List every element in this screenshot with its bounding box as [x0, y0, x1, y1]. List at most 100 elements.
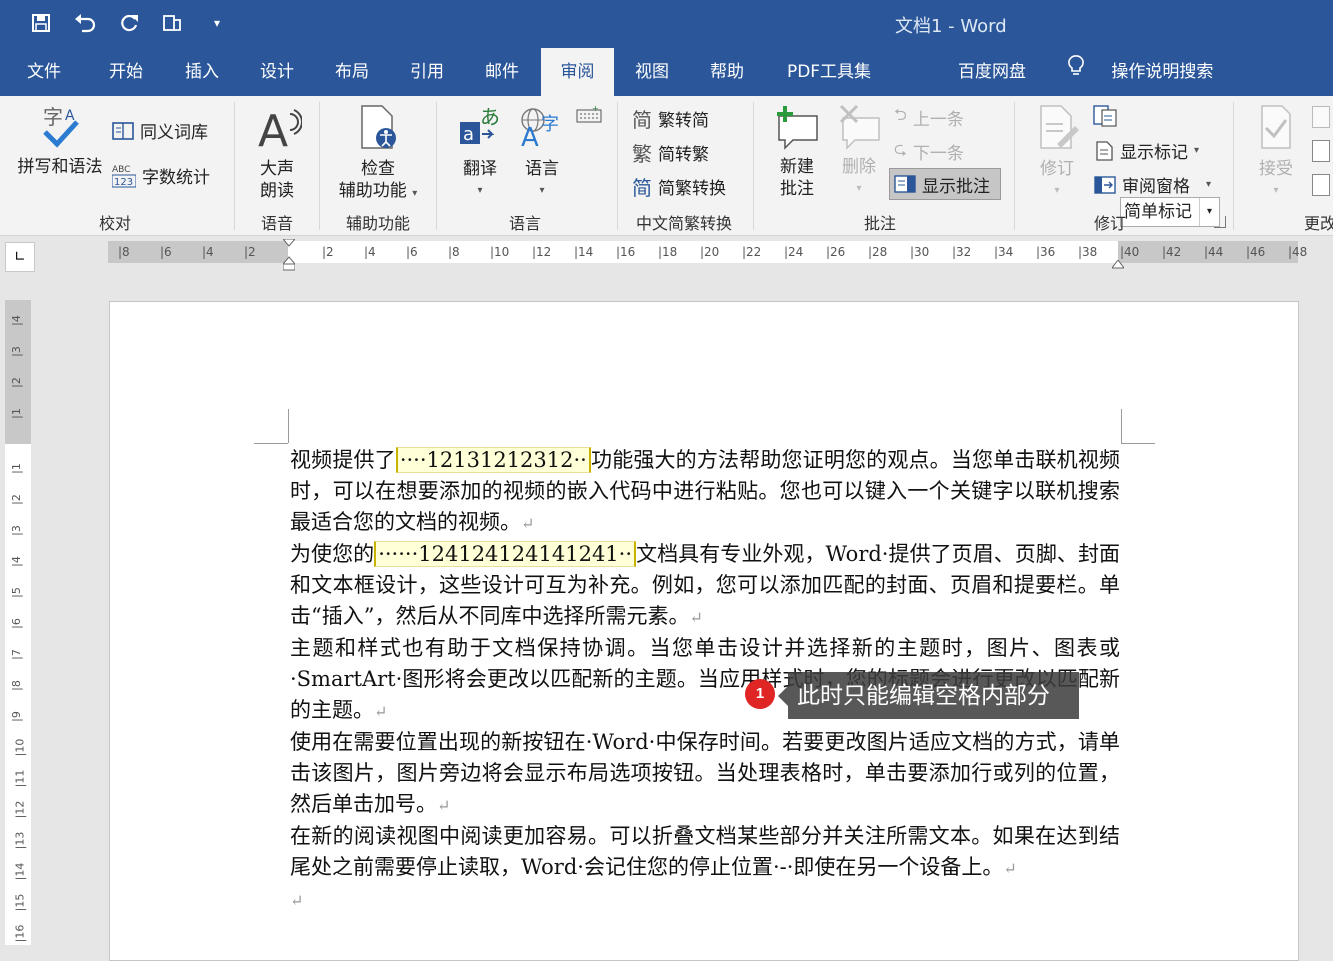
tab-references[interactable]: 引用 — [390, 48, 464, 96]
redo-icon[interactable] — [116, 10, 142, 36]
annotation-callout: 此时只能编辑空格内部分 — [778, 672, 1079, 719]
vertical-ruler-tick-label: |2 — [9, 377, 23, 388]
paragraph: 在新的阅读视图中阅读更加容易。可以折叠文档某些部分并关注所需文本。如果在达到结尾… — [290, 821, 1120, 884]
ruler-tick-label: |38 — [1078, 245, 1098, 259]
ruler-tick-label: |8 — [118, 245, 130, 259]
ruler-tick-label: |28 — [868, 245, 888, 259]
reviewing-pane-button[interactable]: 审阅窗格 ▾ — [1094, 172, 1211, 197]
translate-button[interactable]: aあ 翻译 ▾ — [450, 104, 510, 202]
trad-to-simp-icon: 简 — [632, 108, 652, 132]
horizontal-ruler[interactable]: |8 |6 |4 |2 |2 |4 |6 |8 |10 |12 |14 |16 |18 |20 |22 |24… — [108, 238, 1307, 271]
paragraph-mark: ↵ — [290, 891, 304, 910]
paragraph-text: 视频提供了 — [290, 448, 396, 472]
simplified-to-traditional-button[interactable]: 繁 简转繁 — [632, 138, 709, 167]
tab-help[interactable]: 帮助 — [690, 48, 764, 96]
vertical-ruler-tick-label: |6 — [9, 618, 23, 629]
vertical-ruler-tick-label: |4 — [9, 556, 23, 567]
chevron-down-icon: ▾ — [1194, 145, 1200, 156]
group-label-tracking: 修订 — [1093, 214, 1126, 233]
content-control-field[interactable]: ····12131212312·· — [395, 447, 591, 473]
svg-text:A: A — [258, 106, 288, 152]
next-change-icon[interactable] — [1312, 174, 1330, 196]
ruler-tick-label: |4 — [202, 245, 214, 259]
paragraph: 使用在需要位置出现的新按钮在·Word·中保存时间。若要更改图片适应文档的方式，… — [290, 727, 1120, 821]
tab-home[interactable]: 开始 — [88, 48, 164, 96]
crop-mark — [288, 409, 289, 443]
undo-icon[interactable] — [72, 10, 98, 36]
indent-marker[interactable] — [281, 238, 297, 271]
ruler-tick-label: |24 — [784, 245, 804, 259]
previous-comment-button[interactable]: ⮌ 上一条 — [894, 104, 964, 131]
show-markup-button[interactable]: 显示标记 ▾ — [1094, 138, 1199, 163]
show-comments-button[interactable]: 显示批注 — [889, 168, 1001, 200]
delete-comment-button[interactable]: 删除 ▾ — [830, 104, 888, 200]
language-button[interactable]: A字 语言 ▾ — [512, 104, 572, 202]
touch-mode-icon[interactable] — [160, 10, 186, 36]
traditional-to-simplified-button[interactable]: 简 繁转简 — [632, 104, 709, 133]
svg-text:字: 字 — [541, 114, 559, 135]
next-comment-icon: ⮎ — [894, 139, 907, 158]
customize-qat-icon[interactable]: ▾ — [204, 10, 230, 36]
tab-file[interactable]: 文件 — [0, 48, 88, 96]
check-accessibility-button[interactable]: 检查 辅助功能 ▾ — [330, 104, 426, 205]
new-comment-label-1: 新建 — [780, 157, 814, 177]
simp-to-trad-label: 简转繁 — [658, 145, 709, 165]
tab-insert[interactable]: 插入 — [164, 48, 240, 96]
next-comment-button[interactable]: ⮎ 下一条 — [894, 138, 964, 165]
word-count-button[interactable]: ABC 123 字数统计 — [112, 162, 210, 188]
save-icon[interactable] — [28, 10, 54, 36]
tab-mailings[interactable]: 邮件 — [464, 48, 540, 96]
group-label-language: 语言 — [508, 214, 541, 233]
tell-me-search[interactable]: 操作说明搜索 — [1068, 48, 1228, 96]
tab-view[interactable]: 视图 — [614, 48, 690, 96]
translate-icon: aあ — [460, 105, 500, 145]
chinese-convert-button[interactable]: 简 简繁转换 — [632, 172, 726, 201]
accept-icon — [1261, 105, 1291, 149]
ruler-tick-label: |10 — [490, 245, 510, 259]
ruler-tick-label: |6 — [160, 245, 172, 259]
previous-comment-icon: ⮌ — [894, 105, 907, 124]
new-comment-label-2: 批注 — [780, 179, 814, 199]
content-control-field[interactable]: ······124124124141241·· — [374, 541, 637, 567]
tab-selector[interactable]: ∟ — [5, 242, 35, 272]
paragraph-mark: ↵ — [1003, 859, 1017, 878]
vertical-ruler[interactable]: |4 |3 |2 |1 |1 |2 |3 |4 |5 |6 |7 |8 |9 |10 |11 |12 |13 |1… — [5, 300, 31, 945]
group-label-chinese-conversion: 中文简繁转换 — [635, 214, 732, 233]
tab-pdf-tools[interactable]: PDF工具集 — [770, 48, 888, 96]
vertical-ruler-tick-label: |1 — [9, 463, 23, 474]
ruler-tick-label: |14 — [574, 245, 594, 259]
group-label-speech: 语音 — [260, 214, 293, 233]
language-icon: A字 — [521, 108, 559, 153]
document-page[interactable]: 视频提供了 ····12131212312·· 功能强大的方法帮助您证明您的观点。当… — [109, 301, 1299, 961]
group-label-proofing: 校对 — [98, 214, 131, 233]
paragraph-mark: ↵ — [374, 702, 388, 721]
show-markup-icon — [1096, 140, 1113, 161]
track-changes-button[interactable]: 修订 ▾ — [1028, 104, 1086, 202]
ruler-tick-label: |48 — [1288, 245, 1308, 259]
step-number-badge: 1 — [745, 679, 775, 709]
spelling-check-icon: 字A — [43, 105, 79, 148]
previous-change-icon[interactable] — [1312, 140, 1330, 162]
group-label-accessibility: 辅助功能 — [345, 214, 410, 233]
tab-baidu-netdisk[interactable]: 百度网盘 — [940, 48, 1044, 96]
thesaurus-button[interactable]: 同义词库 — [112, 118, 208, 143]
ruler-tick-label: |8 — [448, 245, 460, 259]
accept-change-button[interactable]: 接受 ▾ — [1246, 104, 1306, 202]
keyboard-icon[interactable]: + — [576, 104, 602, 128]
tab-review[interactable]: 审阅 — [541, 48, 614, 96]
ruler-tick-label: |42 — [1162, 245, 1182, 259]
tab-layout[interactable]: 布局 — [314, 48, 390, 96]
tab-design[interactable]: 设计 — [240, 48, 314, 96]
new-comment-button[interactable]: 新建 批注 — [766, 104, 828, 200]
window-title: 文档1 - Word — [895, 16, 1007, 37]
ruler-tick-label: |30 — [910, 245, 930, 259]
tracking-dialog-launcher-icon[interactable] — [1214, 216, 1226, 228]
right-indent-marker[interactable] — [1111, 255, 1125, 274]
ribbon-tabs: 文件 开始 插入 设计 布局 引用 邮件 审阅 视图 帮助 PDF工具集 百度网… — [0, 48, 1333, 96]
read-aloud-button[interactable]: A 大声 朗读 — [246, 104, 308, 202]
spelling-grammar-button[interactable]: 字A 拼写和语法 — [10, 102, 110, 178]
reject-change-icon[interactable] — [1312, 106, 1330, 128]
vertical-ruler-tick-label: |4 — [9, 315, 23, 326]
ruler-tick-label: |12 — [532, 245, 552, 259]
ruler-tick-label: |44 — [1204, 245, 1224, 259]
